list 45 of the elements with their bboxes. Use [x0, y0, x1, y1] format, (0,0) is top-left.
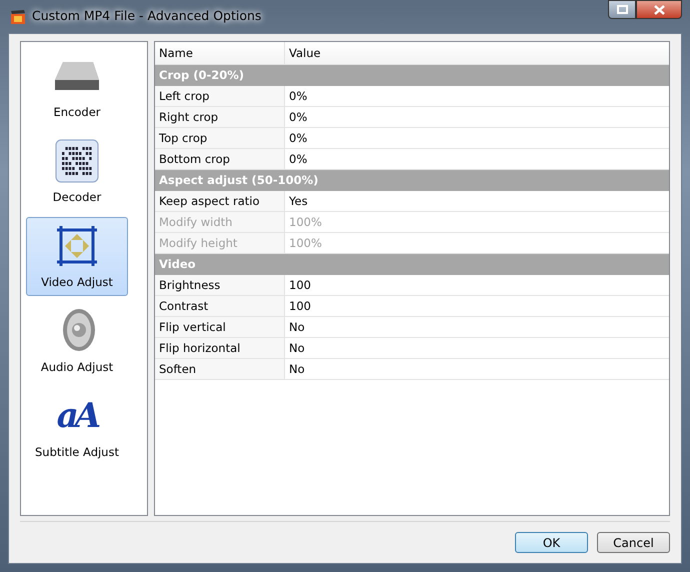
column-header: Value: [288, 45, 322, 62]
property-value[interactable]: 0%: [285, 107, 669, 127]
property-value: 100%: [288, 214, 323, 231]
property-name: Flip horizontal: [155, 338, 285, 358]
property-value[interactable]: No: [285, 317, 669, 337]
property-name: Soften: [155, 359, 285, 379]
property-value[interactable]: 0%: [285, 128, 669, 148]
property-name: Bottom crop: [155, 149, 285, 169]
property-value[interactable]: No: [285, 338, 669, 358]
sidebar-item[interactable]: Encoder: [26, 47, 128, 126]
clapperboard-icon: [10, 8, 26, 24]
property-name: Modify height: [155, 233, 285, 253]
property-value[interactable]: 100: [285, 296, 669, 316]
property-name: Keep aspect ratio: [155, 191, 285, 211]
sidebar-item[interactable]: Video Adjust: [26, 217, 128, 296]
property-name: Modify width: [155, 212, 285, 232]
sidebar-item[interactable]: Decoder: [26, 132, 128, 211]
letters-icon: aA: [56, 394, 98, 438]
property-name: Contrast: [155, 296, 285, 316]
close-button[interactable]: [636, 0, 682, 19]
property-value: 100%: [288, 235, 323, 252]
barcode-icon: [55, 138, 99, 183]
property-name: Top crop: [155, 128, 285, 148]
restore-icon: [616, 5, 628, 14]
column-header: Name: [155, 42, 285, 64]
property-value[interactable]: 100: [285, 275, 669, 295]
section-header: Video: [155, 254, 669, 275]
section-header: Aspect adjust (50-100%): [155, 170, 669, 191]
dialog-button[interactable]: Cancel: [597, 532, 670, 553]
sidebar-item[interactable]: Audio Adjust: [26, 302, 128, 381]
property-name: Brightness: [155, 275, 285, 295]
window-title: Custom MP4 File - Advanced Options: [32, 7, 262, 26]
property-value[interactable]: No: [285, 359, 669, 379]
property-name: Flip vertical: [155, 317, 285, 337]
maximize-button[interactable]: [608, 0, 636, 19]
property-name: Left crop: [155, 86, 285, 106]
property-value[interactable]: Yes: [285, 191, 669, 211]
property-value[interactable]: 0%: [285, 86, 669, 106]
close-icon: [654, 4, 664, 14]
property-name: Right crop: [155, 107, 285, 127]
frame-arrows-icon: [55, 224, 99, 268]
section-header: Crop (0-20%): [155, 65, 669, 86]
property-value[interactable]: 0%: [285, 149, 669, 169]
dialog-button[interactable]: OK: [515, 532, 588, 553]
sidebar-item[interactable]: aA Subtitle Adjust: [26, 387, 128, 466]
